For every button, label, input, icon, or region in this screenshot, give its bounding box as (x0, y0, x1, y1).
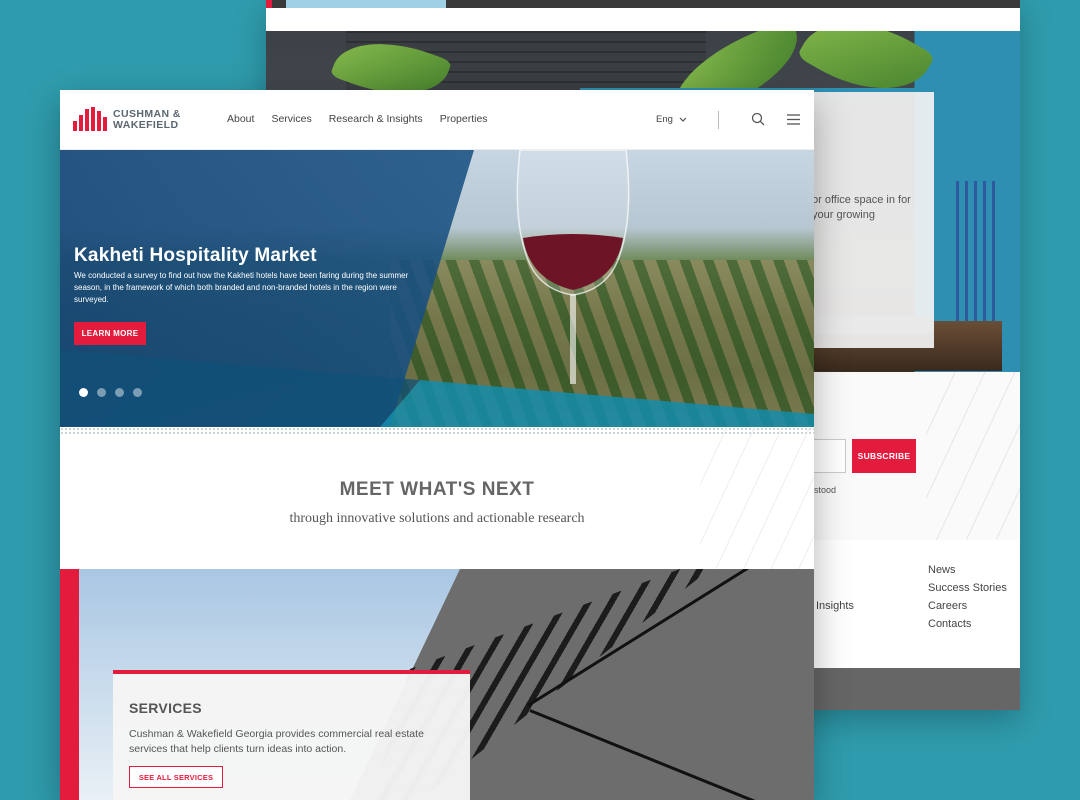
learn-more-button[interactable]: LEARN MORE (74, 322, 146, 345)
footer-link-insights[interactable]: Insights (816, 600, 854, 612)
footer-link-success-stories[interactable]: Success Stories (928, 581, 1007, 599)
logo-mark (73, 107, 109, 131)
services-red-bar (60, 569, 79, 800)
wine-glass-image (516, 150, 630, 384)
hamburger-menu-icon[interactable] (787, 114, 800, 125)
consent-text: stood (814, 485, 837, 495)
footer-link-contacts[interactable]: Contacts (928, 617, 1007, 635)
decorative-lines (926, 372, 1020, 540)
footer-link-careers[interactable]: Careers (928, 599, 1007, 617)
main-menu: About Services Research & Insights Prope… (227, 113, 488, 125)
nav-properties[interactable]: Properties (440, 113, 488, 125)
services-title: SERVICES (129, 700, 202, 716)
nav-divider (718, 111, 719, 129)
tagline-heading: MEET WHAT'S NEXT (339, 479, 535, 500)
language-selector[interactable]: Eng (656, 114, 687, 125)
hero-carousel: Kakheti Hospitality Market We conducted … (60, 150, 814, 427)
services-description: Cushman & Wakefield Georgia provides com… (129, 728, 424, 755)
carousel-dot-3[interactable] (115, 388, 124, 397)
tagline-subheading: through innovative solutions and actiona… (289, 511, 585, 526)
logo-line2: WAKEFIELD (113, 119, 179, 131)
search-icon[interactable] (751, 112, 765, 126)
logo-text: CUSHMAN & WAKEFIELD (113, 109, 181, 131)
back-card-text: or office space in for your growing (812, 194, 911, 221)
services-section: SERVICES Cushman & Wakefield Georgia pro… (60, 569, 814, 800)
nav-services[interactable]: Services (271, 113, 311, 125)
back-gap (266, 8, 1020, 31)
see-all-services-button[interactable]: SEE ALL SERVICES (129, 766, 223, 788)
top-navigation: CUSHMAN & WAKEFIELD About Services Resea… (60, 90, 814, 150)
subscribe-button[interactable]: SUBSCRIBE (852, 439, 916, 473)
carousel-dot-4[interactable] (133, 388, 142, 397)
back-top-strip (266, 0, 1020, 8)
hero-description: We conducted a survey to find out how th… (74, 271, 409, 304)
company-logo[interactable]: CUSHMAN & WAKEFIELD (73, 107, 198, 137)
carousel-dot-1[interactable] (79, 388, 88, 397)
nav-about[interactable]: About (227, 113, 254, 125)
hero-title: Kakheti Hospitality Market (74, 245, 317, 266)
front-page-window: CUSHMAN & WAKEFIELD About Services Resea… (60, 90, 814, 800)
metal-fence (956, 181, 996, 341)
carousel-dots (79, 388, 142, 397)
tagline-section: MEET WHAT'S NEXT through innovative solu… (60, 427, 814, 569)
services-card: SERVICES Cushman & Wakefield Georgia pro… (113, 670, 470, 800)
footer-links: News Success Stories Careers Contacts (928, 563, 1007, 635)
nav-research-insights[interactable]: Research & Insights (329, 113, 423, 125)
carousel-dot-2[interactable] (97, 388, 106, 397)
chevron-down-icon (679, 117, 687, 122)
language-label: Eng (656, 114, 673, 125)
footer-link-news[interactable]: News (928, 563, 1007, 581)
